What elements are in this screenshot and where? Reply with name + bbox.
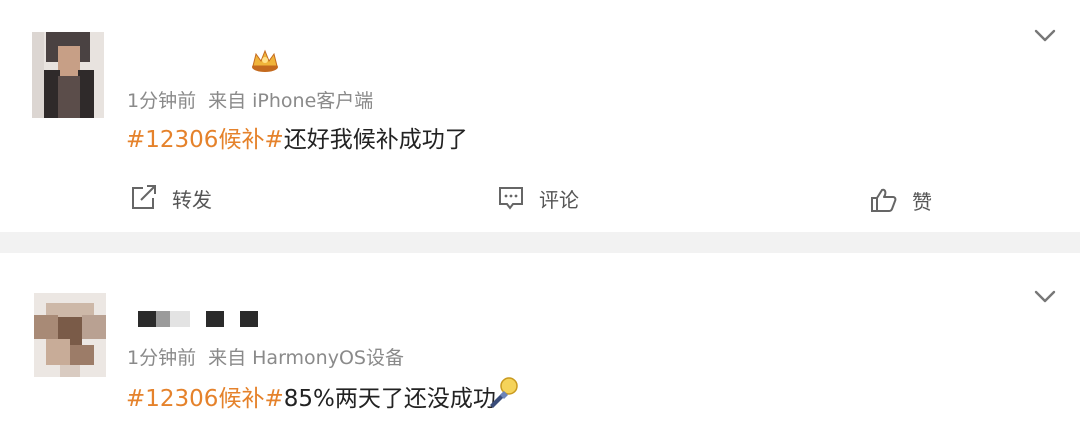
comment-icon: [497, 185, 525, 211]
post-text: 还好我候补成功了: [283, 127, 468, 153]
post-meta: 1分钟前 来自 HarmonyOS设备: [127, 343, 416, 370]
post-time: 1分钟前: [127, 347, 197, 369]
chevron-down-icon[interactable]: [1034, 289, 1056, 303]
post-meta: 1分钟前 来自 iPhone客户端: [127, 86, 385, 113]
comment-button[interactable]: 评论: [497, 183, 579, 213]
comment-label: 评论: [539, 187, 579, 212]
like-label: 赞: [912, 189, 932, 214]
chevron-down-icon[interactable]: [1034, 28, 1056, 42]
repost-label: 转发: [172, 187, 212, 212]
feed-divider: [0, 232, 1080, 253]
post-source: 来自 HarmonyOS设备: [208, 347, 404, 369]
post-content: #12306候补#85%两天了还没成功: [126, 379, 496, 413]
post-card-1: 1分钟前 来自 iPhone客户端 #12306候补#还好我候补成功了 转发 评论: [0, 0, 1080, 232]
hashtag-link[interactable]: #12306候补#: [126, 386, 284, 412]
post-source: 来自 iPhone客户端: [208, 90, 374, 112]
username-redacted: [138, 311, 268, 329]
like-icon: [870, 187, 898, 213]
repost-button[interactable]: 转发: [130, 183, 212, 213]
avatar[interactable]: [34, 293, 106, 377]
repost-icon: [130, 185, 158, 211]
hashtag-link[interactable]: #12306候补#: [126, 127, 284, 153]
post-content: #12306候补#还好我候补成功了: [126, 120, 468, 154]
crown-icon: [250, 48, 280, 78]
post-time: 1分钟前: [127, 90, 197, 112]
rocket-icon: [486, 375, 520, 413]
like-button[interactable]: 赞: [870, 185, 932, 215]
avatar[interactable]: [32, 32, 104, 118]
post-card-2: 1分钟前 来自 HarmonyOS设备 #12306候补#85%两天了还没成功: [0, 253, 1080, 436]
post-text: 85%两天了还没成功: [283, 386, 496, 412]
